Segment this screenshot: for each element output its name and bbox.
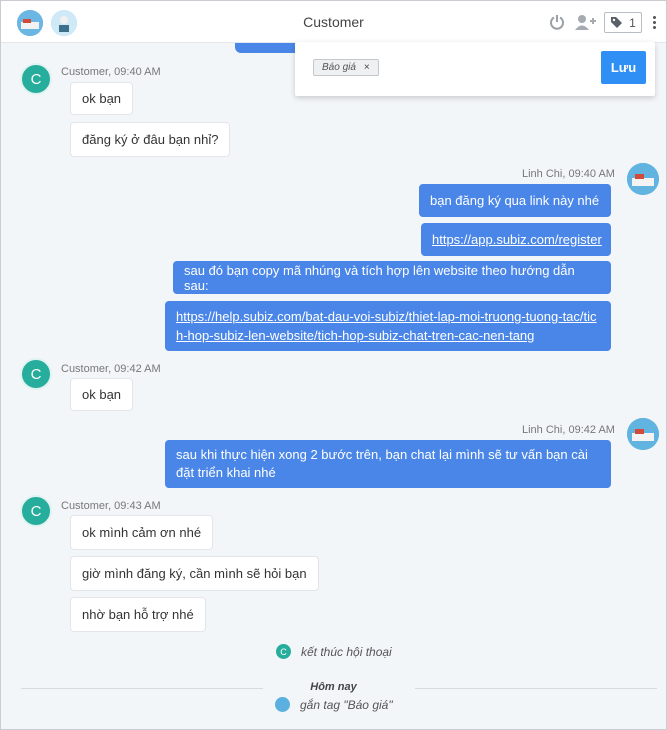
more-menu-icon[interactable] <box>649 12 659 32</box>
add-user-icon[interactable] <box>573 12 597 32</box>
customer-message: giờ mình đăng ký, cần mình sẽ hỏi bạn <box>70 556 319 591</box>
agent-avatar <box>627 418 659 450</box>
customer-message: ok mình cảm ơn nhé <box>70 515 214 550</box>
tag-chip-label: Báo giá <box>322 62 356 73</box>
agent-message: https://app.subiz.com/register <box>421 223 611 256</box>
message-meta: Customer, 09:42 AM <box>61 363 161 375</box>
customer-avatar-small: C <box>276 644 291 659</box>
agent-avatar <box>627 163 659 195</box>
tag-icon <box>611 17 623 28</box>
save-tag-button[interactable]: Lưu <box>601 51 646 84</box>
tag-popup: Báo giá × Lưu <box>295 42 655 96</box>
customer-message: nhờ bạn hỗ trợ nhé <box>70 597 206 632</box>
agent-message: bạn đăng ký qua link này nhé <box>419 184 611 217</box>
tag-button[interactable]: 1 <box>604 12 642 33</box>
customer-message: đăng ký ở đâu bạn nhỉ? <box>70 122 231 157</box>
agent-message: sau khi thực hiện xong 2 bước trên, bạn … <box>165 440 611 488</box>
message-meta: Customer, 09:40 AM <box>61 66 161 78</box>
chat-window: Customer 1 Báo giá × Lưu C Customer, 09:… <box>0 0 667 730</box>
power-icon[interactable] <box>547 12 567 32</box>
agent-avatar-small <box>275 697 290 712</box>
customer-avatar: C <box>20 63 52 95</box>
message-meta: Linh Chi, 09:40 AM <box>522 168 615 180</box>
customer-message: ok bạn <box>70 82 134 115</box>
register-link[interactable]: https://app.subiz.com/register <box>432 232 602 247</box>
tag-added-event: gắn tag "Báo giá" <box>275 697 393 712</box>
agent-message: https://help.subiz.com/bat-dau-voi-subiz… <box>165 301 611 351</box>
customer-avatar: C <box>20 358 52 390</box>
message-meta: Customer, 09:43 AM <box>61 500 161 512</box>
tag-count: 1 <box>629 15 636 30</box>
help-link[interactable]: https://help.subiz.com/bat-dau-voi-subiz… <box>176 307 600 345</box>
event-text: kết thúc hội thoại <box>301 644 392 659</box>
message-meta: Linh Chi, 09:42 AM <box>522 424 615 436</box>
event-text: gắn tag "Báo giá" <box>300 697 393 712</box>
customer-avatar: C <box>20 495 52 527</box>
customer-message: ok bạn <box>70 378 134 411</box>
agent-message: sau đó bạn copy mã nhúng và tích hợp lên… <box>173 261 611 294</box>
tag-chip: Báo giá × <box>313 59 379 76</box>
end-conversation-event: C kết thúc hội thoại <box>276 644 392 659</box>
conversation-header: Customer 1 <box>1 1 666 43</box>
day-label: Hôm nay <box>310 681 357 693</box>
remove-tag-icon[interactable]: × <box>364 62 370 73</box>
